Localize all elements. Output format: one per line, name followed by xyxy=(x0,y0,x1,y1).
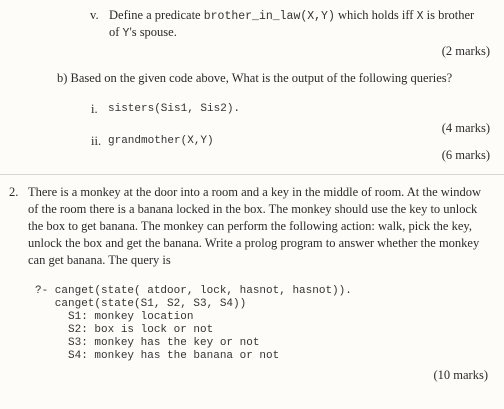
question-v-line2-after: 's spouse. xyxy=(129,25,177,39)
question-v-line2: of Y's spouse. xyxy=(109,25,177,40)
query-grandmother: grandmother(X,Y) xyxy=(108,135,214,147)
part-b-line: b) Based on the given code above, What i… xyxy=(57,71,452,86)
question-v-marks: (2 marks) xyxy=(441,44,490,58)
question-2-line-2: of the room there is a banana locked in … xyxy=(28,202,478,216)
code-line-s1: S1: monkey location xyxy=(35,311,194,323)
code-line-canget: canget(state(S1, S2, S3, S4)) xyxy=(35,298,247,310)
code-line-query: ?- canget(state( atdoor, lock, hasnot, h… xyxy=(35,285,352,297)
query-item-1-label: i. xyxy=(91,102,98,116)
code-line-s4: S4: monkey has the banana or not xyxy=(35,350,280,362)
question-2-line-4: unlock the box and get the banana. Write… xyxy=(28,236,480,250)
question-v-line2-before: of xyxy=(109,25,123,39)
question-v-text-after: is brother xyxy=(423,8,475,22)
query-sisters: sisters(Sis1, Sis2). xyxy=(108,103,241,115)
part-b-label: b) xyxy=(57,71,68,85)
question-2-line-1: There is a monkey at the door into a roo… xyxy=(28,185,482,199)
code-line-s2: S2: box is lock or not xyxy=(35,324,214,336)
part-b-text: Based on the given code above, What is t… xyxy=(70,71,453,85)
question-2-line-3: the box to get banana. The monkey can pe… xyxy=(28,219,472,233)
query-1-marks: (4 marks) xyxy=(441,121,490,135)
query-item-2-label: ii. xyxy=(91,134,102,148)
question-v-label: v. xyxy=(90,8,99,22)
question-v-text-before: Define a predicate xyxy=(109,8,204,22)
predicate-brother-in-law: brother_in_law(X,Y) xyxy=(203,10,335,23)
question-2-number: 2. xyxy=(9,185,19,199)
query-2-marks: (6 marks) xyxy=(441,148,490,162)
section-divider xyxy=(0,174,504,175)
code-line-s3: S3: monkey has the key or not xyxy=(35,337,260,349)
question-2-marks: (10 marks) xyxy=(433,368,489,382)
question-2-line-5: can get banana. The query is xyxy=(28,253,171,267)
question-v-line1: Define a predicate brother_in_law(X,Y) w… xyxy=(109,8,474,23)
question-v-text-mid: which holds iff xyxy=(334,8,417,22)
